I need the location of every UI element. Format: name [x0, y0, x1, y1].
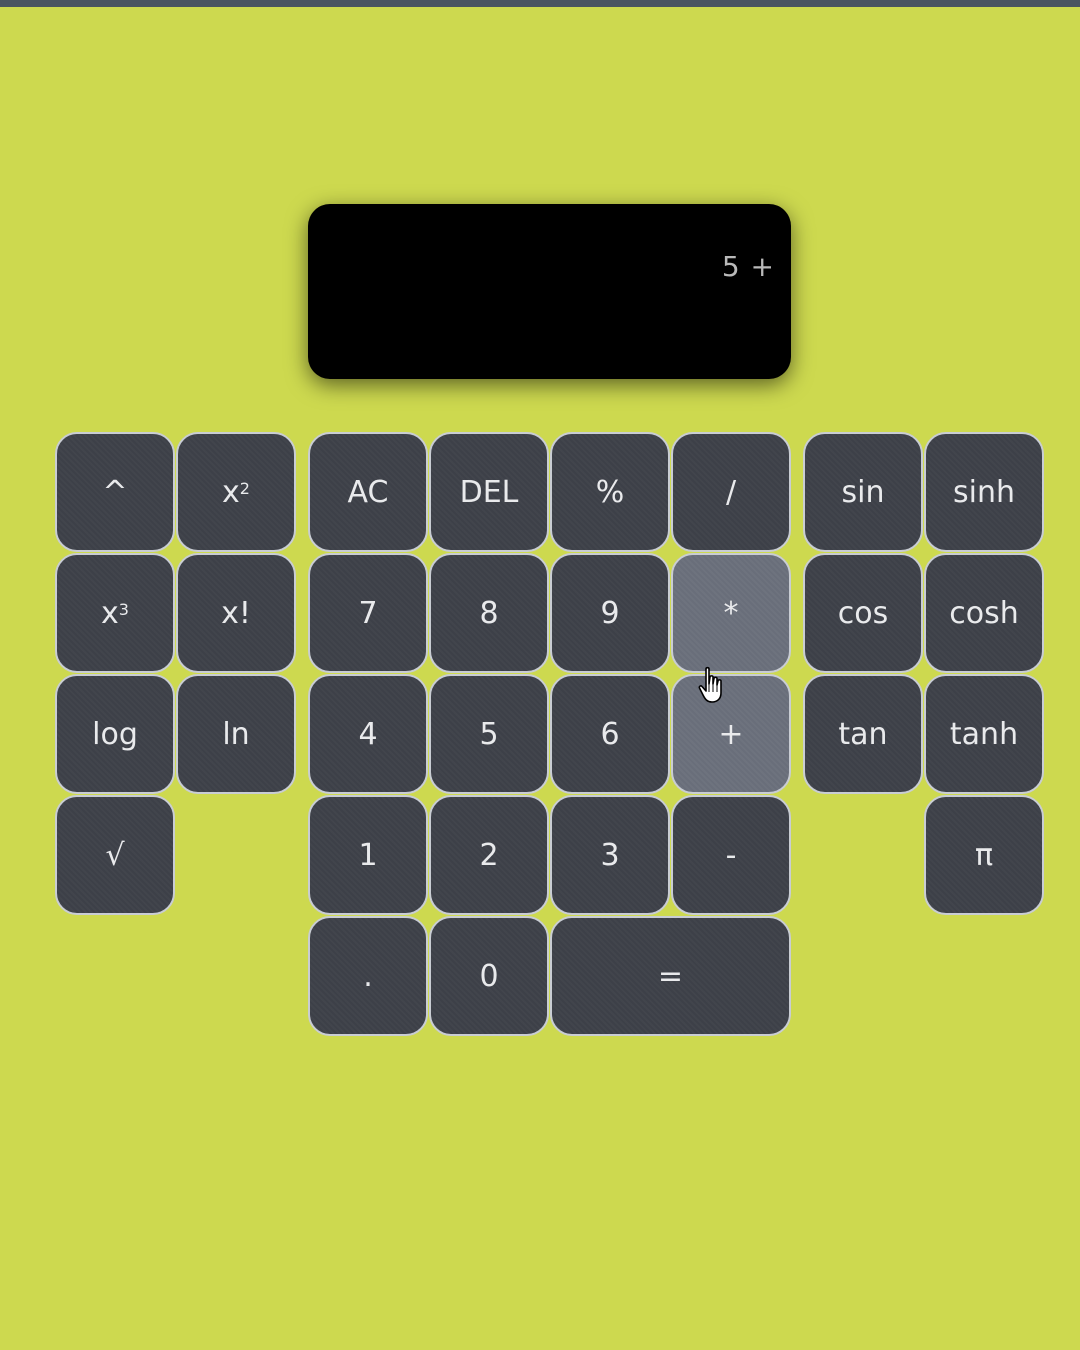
hand-pointer-icon: [698, 666, 722, 703]
ln-button[interactable]: ln: [176, 674, 296, 794]
digit-6-button[interactable]: 6: [550, 674, 670, 794]
minus-button[interactable]: -: [671, 795, 791, 915]
cosh-button[interactable]: cosh: [924, 553, 1044, 673]
pi-button[interactable]: π: [924, 795, 1044, 915]
square-button[interactable]: x2: [176, 432, 296, 552]
decimal-button[interactable]: .: [308, 916, 428, 1036]
power-button[interactable]: ^: [55, 432, 175, 552]
cube-base: x: [101, 595, 119, 631]
digit-0-button[interactable]: 0: [429, 916, 549, 1036]
plus-button[interactable]: +: [671, 674, 791, 794]
divide-button[interactable]: /: [671, 432, 791, 552]
calculator-display: 5 +: [308, 204, 791, 379]
log-button[interactable]: log: [55, 674, 175, 794]
tan-button[interactable]: tan: [803, 674, 923, 794]
multiply-button[interactable]: *: [671, 553, 791, 673]
cube-exponent: 3: [118, 599, 129, 619]
sinh-button[interactable]: sinh: [924, 432, 1044, 552]
digit-5-button[interactable]: 5: [429, 674, 549, 794]
clear-button[interactable]: AC: [308, 432, 428, 552]
cube-button[interactable]: x3: [55, 553, 175, 673]
top-strip: [0, 0, 1080, 7]
digit-4-button[interactable]: 4: [308, 674, 428, 794]
sin-button[interactable]: sin: [803, 432, 923, 552]
delete-button[interactable]: DEL: [429, 432, 549, 552]
digit-3-button[interactable]: 3: [550, 795, 670, 915]
digit-1-button[interactable]: 1: [308, 795, 428, 915]
digit-2-button[interactable]: 2: [429, 795, 549, 915]
cos-button[interactable]: cos: [803, 553, 923, 673]
display-expression: 5 +: [721, 250, 775, 283]
digit-7-button[interactable]: 7: [308, 553, 428, 673]
square-exponent: 2: [239, 478, 250, 498]
factorial-button[interactable]: x!: [176, 553, 296, 673]
digit-9-button[interactable]: 9: [550, 553, 670, 673]
square-base: x: [222, 474, 240, 510]
percent-button[interactable]: %: [550, 432, 670, 552]
sqrt-button[interactable]: √: [55, 795, 175, 915]
digit-8-button[interactable]: 8: [429, 553, 549, 673]
tanh-button[interactable]: tanh: [924, 674, 1044, 794]
equals-button[interactable]: =: [550, 916, 791, 1036]
